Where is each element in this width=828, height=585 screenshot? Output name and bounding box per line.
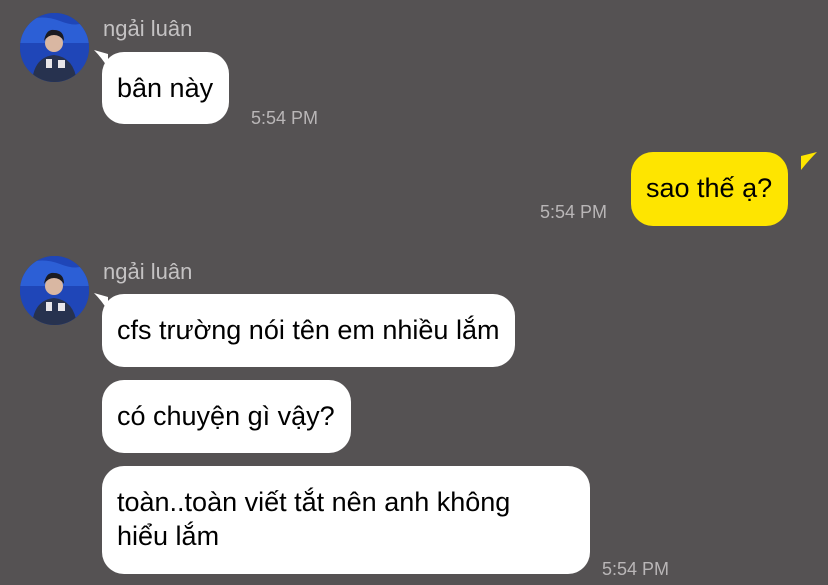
sender-name: ngải luân <box>103 16 193 41</box>
message-bubble[interactable]: toàn..toàn viết tắt nên anh không hiểu l… <box>102 466 590 574</box>
message-bubble[interactable]: cfs trường nói tên em nhiều lắm <box>102 294 516 367</box>
message-time: 5:54 PM <box>251 108 319 128</box>
message-bubble[interactable]: bân này <box>102 52 230 124</box>
message-time: 5:54 PM <box>602 559 670 579</box>
sender-avatar[interactable] <box>20 13 89 82</box>
bubble-tail <box>801 152 817 170</box>
sender-avatar[interactable] <box>20 256 89 325</box>
message-bubble-outgoing[interactable]: sao thế ạ? <box>631 152 789 226</box>
profile-photo-avatar-icon <box>20 13 89 82</box>
sender-name: ngải luân <box>103 259 193 284</box>
message-time: 5:54 PM <box>540 202 608 222</box>
profile-photo-avatar-icon <box>20 256 89 325</box>
message-bubble[interactable]: có chuyện gì vậy? <box>102 380 351 453</box>
